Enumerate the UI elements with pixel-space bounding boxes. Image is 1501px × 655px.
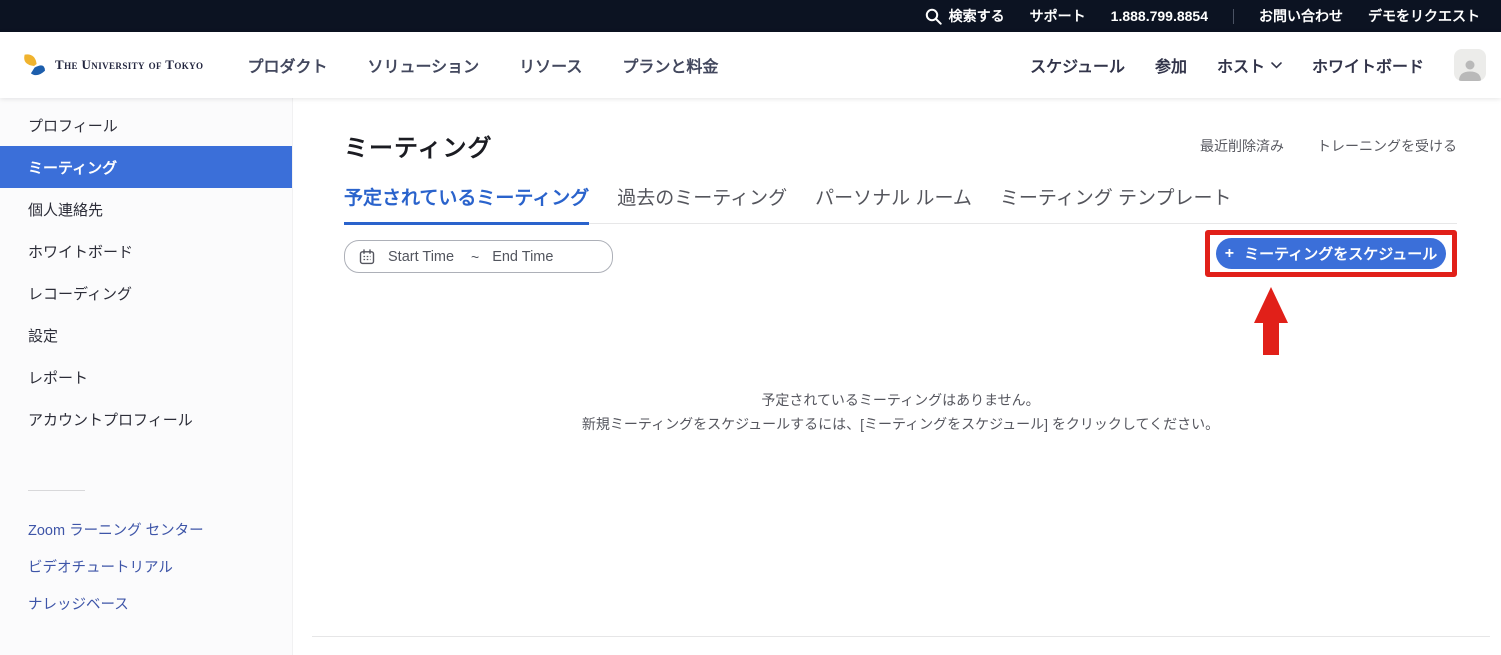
sidebar: プロフィール ミーティング 個人連絡先 ホワイトボード レコーディング 設定 レ… xyxy=(0,98,293,655)
recently-deleted-link[interactable]: 最近削除済み xyxy=(1200,136,1284,156)
topbar: 検索する サポート 1.888.799.8854 お問い合わせ デモをリクエスト xyxy=(0,0,1501,32)
person-icon xyxy=(1457,57,1483,81)
sidebar-link-video-tutorials[interactable]: ビデオチュートリアル xyxy=(0,548,292,585)
topbar-phone: 1.888.799.8854 xyxy=(1111,8,1208,24)
footer-divider xyxy=(312,636,1490,637)
annotation-arrow-head xyxy=(1254,287,1288,323)
search-button[interactable]: 検索する xyxy=(925,6,1005,26)
annotation-arrow-shaft xyxy=(1263,323,1279,355)
university-logo[interactable]: The University of Tokyo xyxy=(21,53,203,78)
get-training-link[interactable]: トレーニングを受ける xyxy=(1317,136,1457,156)
chevron-down-icon xyxy=(1271,62,1282,69)
topbar-contact-link[interactable]: お問い合わせ xyxy=(1259,6,1343,26)
primary-nav: プロダクト ソリューション リソース プランと料金 xyxy=(247,53,718,77)
sidebar-item-reports[interactable]: レポート xyxy=(0,356,292,398)
topbar-divider xyxy=(1233,9,1234,24)
sidebar-item-recordings[interactable]: レコーディング xyxy=(0,272,292,314)
nav-solutions[interactable]: ソリューション xyxy=(367,53,479,77)
calendar-icon xyxy=(359,249,375,265)
empty-state-message: 予定されているミーティングはありません。 新規ミーティングをスケジュールするには… xyxy=(344,389,1457,436)
annotation-arrow-up-icon xyxy=(1254,287,1288,355)
empty-state-line1: 予定されているミーティングはありません。 xyxy=(344,389,1457,413)
tab-upcoming-meetings[interactable]: 予定されているミーティング xyxy=(344,183,589,225)
nav-whiteboard[interactable]: ホワイトボード xyxy=(1312,53,1424,77)
nav-schedule[interactable]: スケジュール xyxy=(1030,53,1125,77)
avatar[interactable] xyxy=(1454,49,1486,81)
account-nav: スケジュール 参加 ホスト ホワイトボード xyxy=(1030,49,1486,81)
main-navigation: The University of Tokyo プロダクト ソリューション リソ… xyxy=(0,32,1501,98)
date-range-picker[interactable]: ~ xyxy=(344,240,613,273)
header-links: 最近削除済み トレーニングを受ける xyxy=(1200,136,1457,156)
meetings-tabs: 予定されているミーティング 過去のミーティング パーソナル ルーム ミーティング… xyxy=(344,183,1457,224)
nav-host-menu[interactable]: ホスト xyxy=(1217,53,1282,77)
topbar-request-demo-link[interactable]: デモをリクエスト xyxy=(1368,6,1480,26)
content-area: プロフィール ミーティング 個人連絡先 ホワイトボード レコーディング 設定 レ… xyxy=(0,98,1501,655)
sidebar-divider xyxy=(28,490,85,491)
date-range-separator: ~ xyxy=(471,249,479,265)
page-header: ミーティング 最近削除済み トレーニングを受ける xyxy=(344,128,1457,163)
nav-join[interactable]: 参加 xyxy=(1155,53,1187,77)
nav-host-label: ホスト xyxy=(1217,53,1265,77)
sidebar-item-settings[interactable]: 設定 xyxy=(0,314,292,356)
sidebar-link-learning-center[interactable]: Zoom ラーニング センター xyxy=(0,511,292,548)
empty-state-line2: 新規ミーティングをスケジュールするには、[ミーティングをスケジュール] をクリッ… xyxy=(344,413,1457,437)
schedule-meeting-button-label: ミーティングをスケジュール xyxy=(1244,243,1437,264)
tab-previous-meetings[interactable]: 過去のミーティング xyxy=(617,183,787,225)
sidebar-item-whiteboard[interactable]: ホワイトボード xyxy=(0,230,292,272)
sidebar-item-account-profile[interactable]: アカウントプロフィール xyxy=(0,398,292,440)
end-time-input[interactable] xyxy=(492,249,562,265)
sidebar-link-knowledge-base[interactable]: ナレッジベース xyxy=(0,585,292,622)
schedule-meeting-button[interactable]: + ミーティングをスケジュール xyxy=(1216,238,1446,269)
ginkgo-logo-icon xyxy=(21,53,46,78)
tab-personal-room[interactable]: パーソナル ルーム xyxy=(815,183,972,225)
page-title: ミーティング xyxy=(344,128,493,163)
start-time-input[interactable] xyxy=(388,249,458,265)
meetings-panel: ミーティング 最近削除済み トレーニングを受ける 予定されているミーティング 過… xyxy=(293,98,1501,655)
sidebar-item-profile[interactable]: プロフィール xyxy=(0,104,292,146)
tab-meeting-templates[interactable]: ミーティング テンプレート xyxy=(1000,183,1232,225)
sidebar-item-contacts[interactable]: 個人連絡先 xyxy=(0,188,292,230)
sidebar-item-meetings[interactable]: ミーティング xyxy=(0,146,292,188)
nav-products[interactable]: プロダクト xyxy=(247,53,327,77)
plus-icon: + xyxy=(1225,246,1234,262)
topbar-support-link[interactable]: サポート xyxy=(1030,6,1086,26)
search-icon xyxy=(925,8,942,25)
search-label: 検索する xyxy=(949,6,1005,26)
nav-resources[interactable]: リソース xyxy=(519,53,582,77)
nav-plans-pricing[interactable]: プランと料金 xyxy=(622,53,718,77)
university-logo-text: The University of Tokyo xyxy=(55,57,203,73)
